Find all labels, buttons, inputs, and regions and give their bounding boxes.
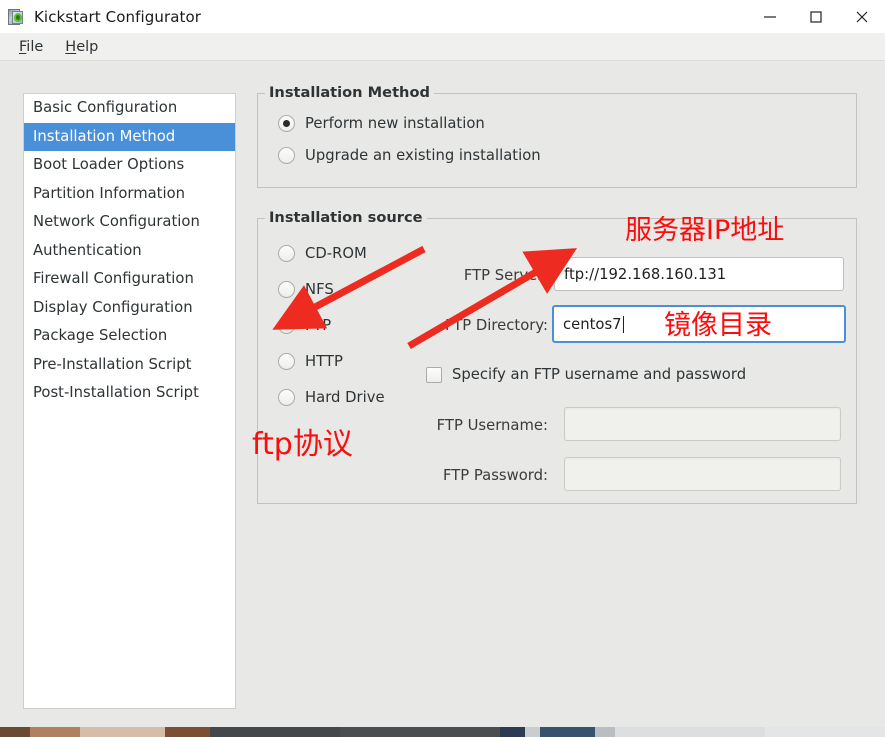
title-bar: Kickstart Configurator (0, 0, 885, 33)
annotation-server-ip: 服务器IP地址 (625, 215, 785, 246)
close-button[interactable] (839, 0, 885, 33)
ftp-server-value: ftp://192.168.160.131 (564, 265, 727, 283)
text-cursor (622, 315, 624, 333)
radio-label: Hard Drive (305, 389, 385, 406)
desktop-taskbar[interactable] (0, 727, 885, 737)
sidebar-item-network-configuration[interactable]: Network Configuration (24, 208, 235, 237)
ftp-username-label: FTP Username: (436, 417, 548, 434)
radio-label: HTTP (305, 353, 343, 370)
window-controls (747, 0, 885, 33)
sidebar-item-pre-installation-script[interactable]: Pre-Installation Script (24, 351, 235, 380)
installation-method-group: Installation Method Perform new installa… (257, 84, 857, 188)
menu-help[interactable]: Help (54, 36, 109, 58)
sidebar-item-authentication[interactable]: Authentication (24, 237, 235, 266)
menu-help-mnemonic: H (65, 38, 77, 55)
radio-ftp[interactable]: FTP (278, 317, 331, 334)
installation-method-legend: Installation Method (265, 84, 434, 101)
specify-ftp-credentials-checkbox[interactable]: Specify an FTP username and password (426, 366, 746, 383)
radio-icon (278, 147, 295, 164)
radio-icon-selected (278, 317, 295, 334)
installation-source-legend: Installation source (265, 209, 427, 226)
ftp-password-label: FTP Password: (442, 467, 548, 484)
radio-label: CD-ROM (305, 245, 367, 262)
sidebar-item-firewall-configuration[interactable]: Firewall Configuration (24, 265, 235, 294)
sidebar-item-display-configuration[interactable]: Display Configuration (24, 294, 235, 323)
menu-file-rest: ile (26, 38, 44, 55)
checkbox-icon (426, 366, 442, 383)
sidebar-item-post-installation-script[interactable]: Post-Installation Script (24, 379, 235, 408)
minimize-button[interactable] (747, 0, 793, 33)
section-list[interactable]: Basic Configuration Installation Method … (23, 93, 236, 709)
annotation-image-dir: 镜像目录 (664, 310, 772, 341)
maximize-button[interactable] (793, 0, 839, 33)
window-title: Kickstart Configurator (34, 7, 202, 26)
radio-icon-selected (278, 115, 295, 132)
workspace: Basic Configuration Installation Method … (0, 62, 885, 725)
menu-file[interactable]: File (8, 36, 54, 58)
radio-nfs[interactable]: NFS (278, 281, 334, 298)
sidebar-item-basic-configuration[interactable]: Basic Configuration (24, 94, 235, 123)
radio-perform-new-installation[interactable]: Perform new installation (278, 115, 485, 132)
radio-upgrade-existing-installation[interactable]: Upgrade an existing installation (278, 147, 541, 164)
radio-label: Perform new installation (305, 115, 485, 132)
radio-icon (278, 281, 295, 298)
menu-help-rest: elp (76, 38, 99, 55)
radio-label: Upgrade an existing installation (305, 147, 541, 164)
ftp-directory-label: FTP Directory: (444, 317, 548, 334)
ftp-directory-value: centos7 (563, 315, 622, 333)
sidebar-item-boot-loader-options[interactable]: Boot Loader Options (24, 151, 235, 180)
ftp-server-label: FTP Server: (463, 267, 548, 284)
app-icon (7, 8, 25, 26)
annotation-ftp-protocol: ftp协议 (252, 427, 353, 462)
radio-icon (278, 389, 295, 406)
radio-icon (278, 245, 295, 262)
ftp-password-input[interactable] (564, 457, 841, 491)
checkbox-label: Specify an FTP username and password (452, 366, 747, 383)
sidebar-item-installation-method[interactable]: Installation Method (24, 122, 235, 151)
sidebar-item-package-selection[interactable]: Package Selection (24, 322, 235, 351)
radio-cdrom[interactable]: CD-ROM (278, 245, 367, 262)
ftp-username-input[interactable] (564, 407, 841, 441)
radio-label: FTP (305, 317, 332, 334)
sidebar-item-partition-information[interactable]: Partition Information (24, 180, 235, 209)
radio-icon (278, 353, 295, 370)
radio-hard-drive[interactable]: Hard Drive (278, 389, 385, 406)
ftp-server-input[interactable]: ftp://192.168.160.131 (554, 257, 844, 291)
menu-bar: File Help (0, 33, 885, 61)
radio-label: NFS (305, 281, 334, 298)
radio-http[interactable]: HTTP (278, 353, 343, 370)
